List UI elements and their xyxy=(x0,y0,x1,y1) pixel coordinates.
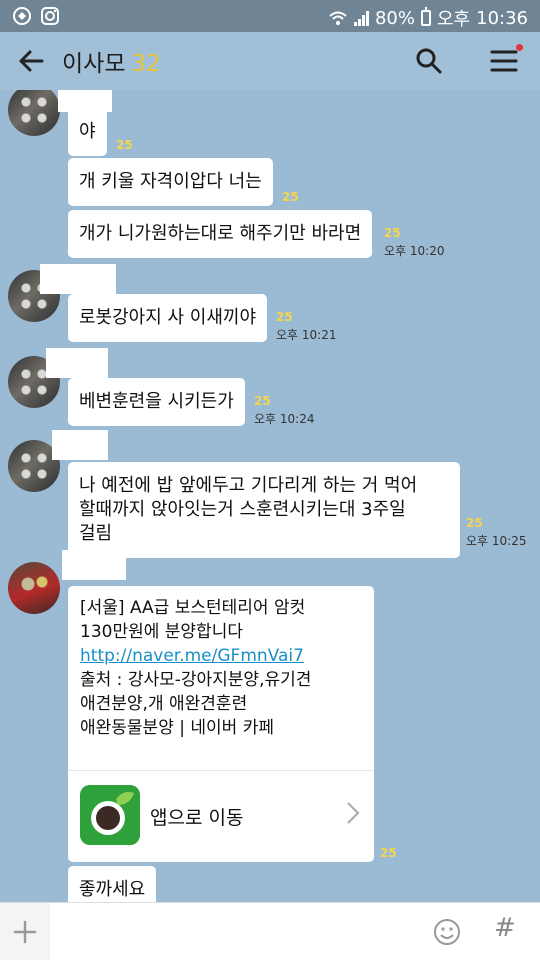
sender-name xyxy=(46,348,108,378)
message-bubble[interactable]: 개가 니가원하는대로 해주기만 바라면 xyxy=(68,210,373,258)
clock-ampm: 오후 xyxy=(437,9,471,30)
sender-name xyxy=(52,430,108,460)
message-bubble[interactable]: 베변훈련을 시키든가 xyxy=(68,378,245,426)
link-preview-url[interactable]: http://naver.me/GFmnVai7 xyxy=(80,644,304,668)
unread-count: 25 xyxy=(466,516,483,530)
sender-name xyxy=(62,550,126,580)
battery-percent: 80% xyxy=(374,7,415,29)
unread-count: 25 xyxy=(116,138,133,152)
message-bubble[interactable]: 좋까세요 xyxy=(68,866,157,902)
notification-dot xyxy=(516,44,523,51)
message-time: 오후 10:25 xyxy=(466,534,527,548)
clock-time: 10:36 xyxy=(476,7,528,29)
member-count: 32 xyxy=(131,51,161,77)
unread-count: 25 xyxy=(276,310,293,324)
chat-title: 이사모 32 xyxy=(62,44,161,78)
unread-count: 25 xyxy=(384,226,401,240)
hash-icon[interactable]: # xyxy=(494,913,516,943)
wifi-icon xyxy=(329,11,347,25)
message-input[interactable] xyxy=(56,907,416,957)
open-in-app-button[interactable]: 앱으로 이동 xyxy=(68,771,374,862)
message-bubble[interactable]: 로봇강아지 사 이새끼야 xyxy=(68,294,268,342)
unread-count: 25 xyxy=(380,846,397,860)
sender-name xyxy=(40,264,116,294)
emoji-icon[interactable] xyxy=(432,917,462,947)
chat-messages: 야 25 개 키울 자격이압다 너는 25 개가 니가원하는대로 해주기만 바라… xyxy=(0,90,540,902)
instagram-icon xyxy=(41,7,59,25)
open-in-app-label: 앱으로 이동 xyxy=(150,807,244,829)
chat-room-name: 이사모 xyxy=(62,51,126,77)
battery-icon xyxy=(421,7,431,26)
chevron-right-icon xyxy=(347,802,360,824)
message-bubble[interactable]: 개 키울 자격이압다 너는 xyxy=(68,158,273,206)
search-icon[interactable] xyxy=(414,46,444,76)
unread-count: 25 xyxy=(254,394,271,408)
message-bubble[interactable]: 야 xyxy=(68,108,107,156)
message-time: 오후 10:20 xyxy=(384,244,445,258)
message-time: 오후 10:24 xyxy=(254,412,315,426)
cafe-app-icon xyxy=(80,785,140,845)
avatar[interactable] xyxy=(8,562,60,614)
unread-count: 25 xyxy=(282,190,299,204)
attach-button[interactable] xyxy=(0,903,50,960)
avatar[interactable] xyxy=(8,90,60,136)
plus-icon xyxy=(13,920,37,944)
message-bubble[interactable]: 나 예전에 밥 앞에두고 기다리게 하는 거 먹어 할때까지 앉아잇는거 스훈련… xyxy=(68,462,460,558)
signal-icon xyxy=(353,11,369,26)
link-preview-title: [서울] AA급 보스턴테리어 암컷 130만원에 분양합니다 xyxy=(80,598,306,642)
link-preview-card[interactable]: [서울] AA급 보스턴테리어 암컷 130만원에 분양합니다 http://n… xyxy=(68,586,374,862)
chat-header: 이사모 32 xyxy=(0,32,540,90)
link-preview-source: 출처 : 강사모-강아지분양,유기견 애견분양,개 애완견훈련 애완동물분양 |… xyxy=(80,670,312,738)
message-input-bar: # xyxy=(0,902,540,960)
back-arrow-icon[interactable] xyxy=(16,44,46,78)
message-time: 오후 10:21 xyxy=(276,328,337,342)
chat-app-notification-icon xyxy=(13,7,31,25)
status-bar: 80% 오후 10:36 xyxy=(0,0,540,32)
